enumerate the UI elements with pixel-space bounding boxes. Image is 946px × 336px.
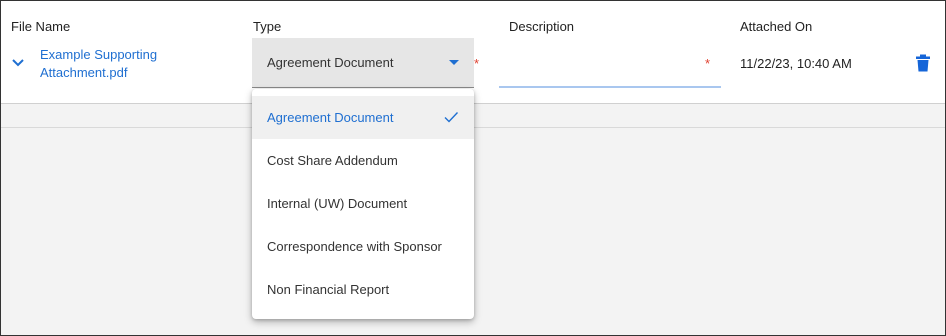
table-header: File Name Type Description Attached On <box>1 1 945 38</box>
dropdown-option-label: Cost Share Addendum <box>267 153 398 168</box>
dropdown-option-label: Non Financial Report <box>267 282 390 297</box>
attachments-table: File Name Type Description Attached On E… <box>0 0 946 336</box>
column-header-type: Type <box>253 19 282 34</box>
type-select-value: Agreement Document <box>267 55 394 70</box>
caret-down-icon <box>449 60 459 65</box>
dropdown-option-cost-share-addendum[interactable]: Cost Share Addendum <box>252 139 474 182</box>
dropdown-option-label: Correspondence with Sponsor <box>267 239 442 254</box>
description-input[interactable] <box>499 38 721 88</box>
column-header-file-name: File Name <box>11 19 71 34</box>
type-required-mark: * <box>474 56 480 71</box>
description-required-mark: * <box>705 56 711 71</box>
type-dropdown-menu: Agreement Document Cost Share Addendum I… <box>252 89 474 319</box>
file-name-link[interactable]: Example Supporting Attachment.pdf <box>40 46 210 82</box>
attached-on-value: 11/22/23, 10:40 AM <box>740 56 852 71</box>
column-header-description: Description <box>509 19 575 34</box>
column-header-attached-on: Attached On <box>740 19 813 34</box>
dropdown-option-label: Agreement Document <box>267 110 394 125</box>
check-icon <box>444 112 459 123</box>
dropdown-option-agreement-document[interactable]: Agreement Document <box>252 96 474 139</box>
dropdown-option-internal-uw-document[interactable]: Internal (UW) Document <box>252 182 474 225</box>
trash-icon[interactable] <box>915 54 931 72</box>
type-select[interactable]: Agreement Document <box>252 38 474 88</box>
dropdown-option-non-financial-report[interactable]: Non Financial Report <box>252 268 474 311</box>
dropdown-option-label: Internal (UW) Document <box>267 196 408 211</box>
chevron-down-icon[interactable] <box>10 54 26 70</box>
dropdown-option-correspondence-with-sponsor[interactable]: Correspondence with Sponsor <box>252 225 474 268</box>
